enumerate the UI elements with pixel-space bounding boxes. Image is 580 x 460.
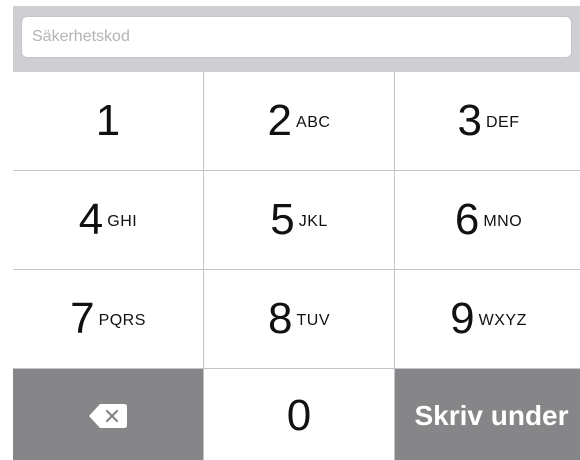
key-digit: 9 [450,294,475,343]
key-8[interactable]: 8 TUV [204,270,394,368]
security-code-input[interactable] [21,16,572,58]
key-digit: 8 [268,294,293,343]
key-3[interactable]: 3 DEF [395,72,580,170]
delete-button[interactable] [13,369,203,460]
key-digit: 6 [454,195,480,244]
key-digit: 4 [78,195,104,244]
key-letters: WXYZ [478,312,527,329]
key-2[interactable]: 2 ABC [204,72,394,170]
key-6[interactable]: 6 MNO [395,171,580,269]
key-9[interactable]: 9 WXYZ [395,270,580,368]
key-5[interactable]: 5 JKL [204,171,394,269]
key-7[interactable]: 7 PQRS [13,270,203,368]
backspace-icon [89,404,127,428]
key-digit: 3 [457,96,482,145]
key-4[interactable]: 4 GHI [13,171,203,269]
key-digit: 0 [286,391,312,440]
key-letters: JKL [298,213,328,230]
numeric-keypad: 1 2 ABC 3 DEF 4 GHI 5 JKL 6 MNO 7 PQRS 8… [13,72,580,460]
key-digit: 2 [267,96,293,145]
key-letters: GHI [107,213,138,230]
sign-button-label: Skriv under [414,400,569,431]
key-letters: DEF [485,114,520,131]
key-1[interactable]: 1 [13,72,203,170]
key-digit: 7 [70,294,95,343]
key-letters: TUV [296,312,330,329]
key-0[interactable]: 0 [204,369,394,460]
key-letters: ABC [296,114,331,131]
key-letters: PQRS [98,312,146,329]
key-digit: 1 [95,96,121,145]
key-letters: MNO [483,213,523,230]
input-bar [13,6,580,72]
sign-button[interactable]: Skriv under [395,369,580,460]
signing-keypad-panel: 1 2 ABC 3 DEF 4 GHI 5 JKL 6 MNO 7 PQRS 8… [13,6,580,460]
key-digit: 5 [270,195,295,244]
